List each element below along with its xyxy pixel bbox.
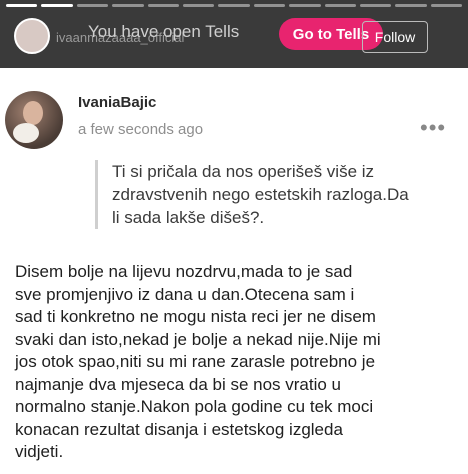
question-line: zdravstvenih nego estetskih razloga.Da [112,185,409,204]
tells-banner-text: You have open Tells [88,22,240,41]
more-options-icon[interactable]: ••• [420,115,446,141]
answer-line: jos otok spao,niti su mi rane zarasle po… [15,352,376,371]
answer-line: normalno stanje.Nakon pola godine cu tek… [15,397,374,416]
question-line: li sada lakše dišeš?. [112,208,265,227]
author-avatar[interactable] [5,91,63,149]
answer-text: Disem bolje na lijevu nozdrvu,mada to je… [15,261,460,464]
post-timestamp: a few seconds ago [78,121,204,138]
answer-line: vidjeti. [15,442,64,461]
question-line: Ti si pričala da nos operišeš više iz [112,162,375,181]
story-progress [6,4,463,7]
author-username[interactable]: IvaniaBajic [78,94,156,111]
answer-line: sve promjenjivo iz dana u dan.Otecena sa… [15,284,355,304]
question-quote: Ti si pričala da nos operišeš više iz zd… [95,160,452,229]
story-avatar[interactable] [14,18,50,54]
answer-line: svaki dan isto,nekad je bolje a nekad ni… [15,329,381,349]
answer-line: sad ti konkretno ne mogu nista reci jer … [15,307,376,326]
follow-button[interactable]: Follow [362,21,428,53]
story-header: ivaanmazaaaa_official You have open Tell… [0,0,468,68]
answer-line: najmanje dva mjeseca da bi se nos vratio… [15,374,342,394]
answer-line: Disem bolje na lijevu nozdrvu,mada to je… [15,262,353,281]
tell-card: IvaniaBajic a few seconds ago ••• Ti si … [0,68,468,474]
answer-line: konacan rezultat disanja i estetskog izg… [15,419,343,439]
